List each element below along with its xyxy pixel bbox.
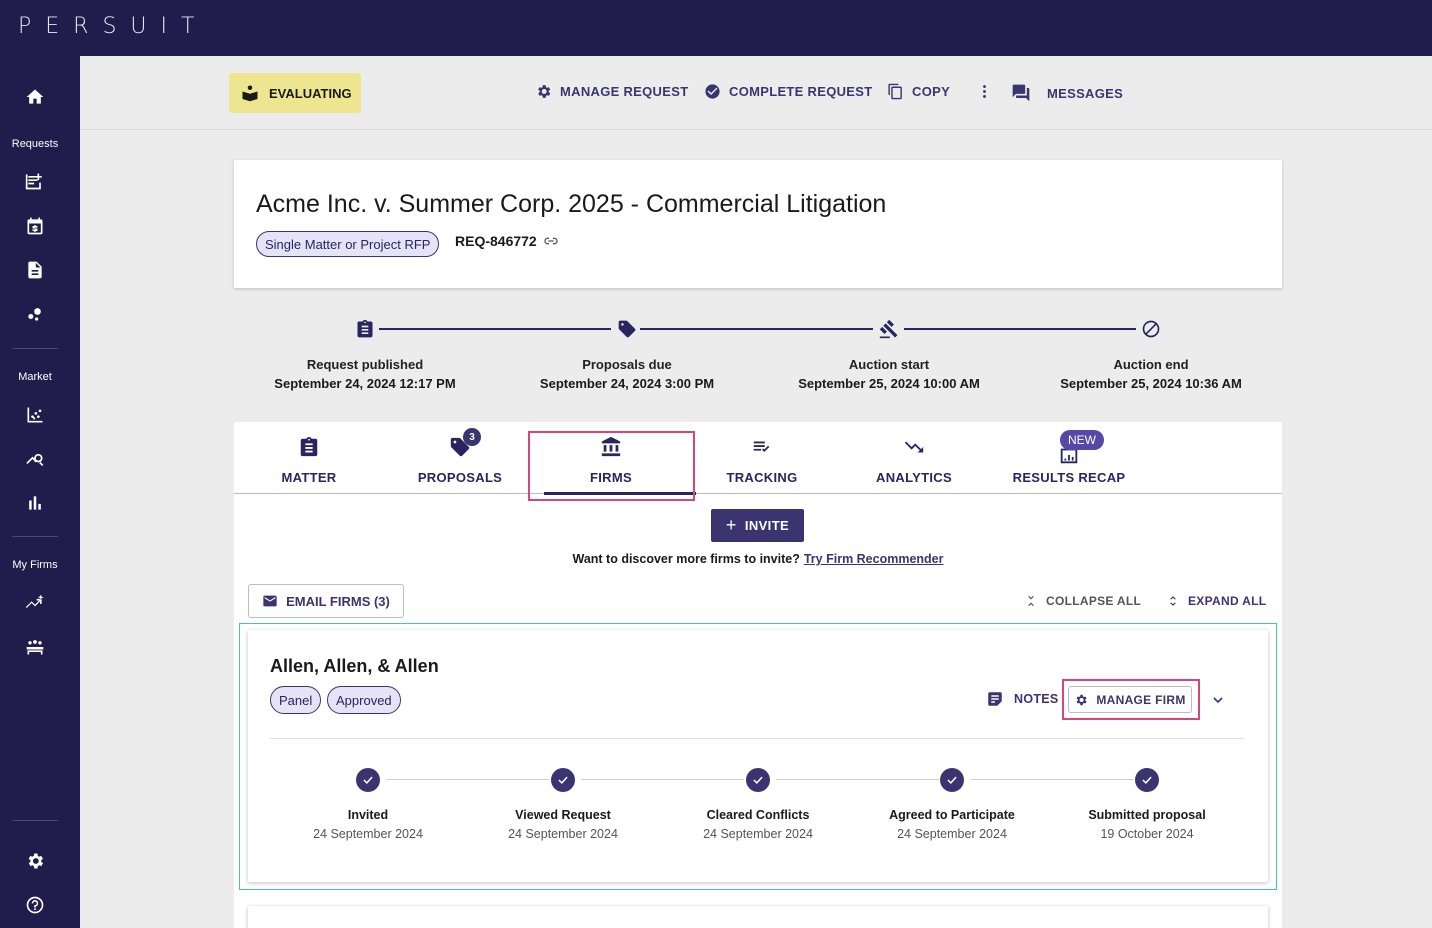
bar-chart-icon[interactable] <box>24 492 46 514</box>
mail-icon <box>263 595 277 607</box>
next-firm-card <box>248 906 1268 928</box>
main-content: EVALUATING MANAGE REQUEST COMPLETE REQUE… <box>80 56 1432 928</box>
document-icon[interactable] <box>24 259 46 281</box>
link-icon <box>544 237 558 245</box>
bubbles-icon[interactable] <box>24 303 46 325</box>
request-title: Acme Inc. v. Summer Corp. 2025 - Commerc… <box>256 190 887 218</box>
top-bar: PERSUIT <box>0 0 1432 56</box>
gear-icon <box>538 85 551 98</box>
firms-group-icon[interactable] <box>24 636 46 658</box>
sidebar-section-requests: Requests <box>11 138 59 150</box>
more-options-button[interactable] <box>976 83 1001 100</box>
scatter-chart-icon[interactable] <box>24 404 46 426</box>
timeline-auction-start: Auction start September 25, 2024 10:00 AM <box>798 357 980 391</box>
reading-book-icon <box>242 85 258 102</box>
complete-request-button[interactable]: COMPLETE REQUEST <box>704 83 872 100</box>
firm-tag-panel: Panel <box>270 686 322 714</box>
manage-firm-highlight <box>1062 679 1200 720</box>
timeline-request-published: Request published September 24, 2024 12:1… <box>274 357 456 391</box>
persuit-logo[interactable]: PERSUIT <box>18 14 208 39</box>
timeline-auction-end: Auction end September 25, 2024 10:36 AM <box>1060 357 1242 391</box>
notes-button[interactable]: NOTES <box>986 690 1059 708</box>
step-invited-check-icon <box>356 768 380 792</box>
status-chip-evaluating: EVALUATING <box>229 73 361 113</box>
request-type-pill: Single Matter or Project RFP <box>256 231 440 257</box>
collapse-icon <box>1028 595 1034 607</box>
request-timeline: Request published September 24, 2024 12:1… <box>234 312 1282 398</box>
collapse-all-button[interactable]: COLLAPSE ALL <box>1024 594 1141 608</box>
step-cleared-conflicts: Cleared Conflicts 24 September 2024 <box>703 808 813 841</box>
block-icon <box>1140 318 1162 340</box>
clipboard-icon <box>300 436 318 457</box>
expand-all-button[interactable]: EXPAND ALL <box>1166 594 1266 608</box>
firm-card: Allen, Allen, & Allen Panel Approved NOT… <box>248 630 1268 882</box>
market-search-icon[interactable] <box>24 448 46 470</box>
copy-button[interactable]: COPY <box>887 83 950 100</box>
sidebar: Requests Market My Firms <box>0 56 80 928</box>
step-submitted-check-icon <box>1135 768 1159 792</box>
try-firm-recommender-link[interactable]: Try Firm Recommender <box>804 552 944 566</box>
clipboard-icon <box>354 318 376 340</box>
step-viewed-request: Viewed Request 24 September 2024 <box>508 808 618 841</box>
new-request-icon[interactable] <box>24 170 46 192</box>
request-action-bar: EVALUATING MANAGE REQUEST COMPLETE REQUE… <box>80 56 1432 130</box>
gavel-icon <box>878 318 900 340</box>
step-invited: Invited 24 September 2024 <box>313 808 423 841</box>
manage-request-button[interactable]: MANAGE REQUEST <box>535 83 688 100</box>
tab-matter[interactable]: MATTER <box>234 422 384 494</box>
tab-bar: MATTER 3 PROPOSALS FIRMS TRACKING ANALYT… <box>234 422 1282 495</box>
step-cleared-check-icon <box>746 768 770 792</box>
firm-name: Allen, Allen, & Allen <box>270 656 439 676</box>
chevron-down-icon[interactable] <box>1210 692 1226 708</box>
step-agreed-to-participate: Agreed to Participate 24 September 2024 <box>889 808 1015 841</box>
tab-tracking[interactable]: TRACKING <box>687 422 837 494</box>
step-submitted-proposal: Submitted proposal 19 October 2024 <box>1088 808 1206 841</box>
tag-icon <box>616 318 638 340</box>
tab-results-recap[interactable]: NEW RESULTS RECAP <box>994 422 1144 494</box>
tab-analytics[interactable]: ANALYTICS <box>839 422 989 494</box>
firm-tag-approved: Approved <box>327 686 401 714</box>
notes-icon <box>988 692 1002 706</box>
timeline-proposals-due: Proposals due September 24, 2024 3:00 PM <box>539 357 715 391</box>
invite-button[interactable]: + INVITE <box>711 509 804 542</box>
plus-icon: + <box>725 515 737 535</box>
more-vertical-icon <box>983 85 986 98</box>
help-icon[interactable] <box>24 894 46 916</box>
step-viewed-check-icon <box>551 768 575 792</box>
new-feature-badge: NEW <box>1060 430 1104 450</box>
step-agreed-check-icon <box>940 768 964 792</box>
trending-down-icon <box>904 441 924 453</box>
check-circle-icon <box>705 84 720 99</box>
messages-button[interactable]: MESSAGES <box>1011 83 1123 103</box>
sidebar-section-market: Market <box>18 371 52 383</box>
request-header-card: Acme Inc. v. Summer Corp. 2025 - Commerc… <box>234 160 1282 288</box>
settings-icon[interactable] <box>24 850 46 872</box>
proposals-count-badge: 3 <box>463 428 481 446</box>
email-firms-button[interactable]: EMAIL FIRMS (3) <box>248 584 404 618</box>
calendar-dollar-icon[interactable] <box>24 215 46 237</box>
trending-sparkle-icon[interactable] <box>24 592 46 614</box>
copy-icon <box>888 83 902 100</box>
firms-tab-highlight <box>528 431 695 501</box>
home-icon[interactable] <box>24 86 46 108</box>
request-tabs-panel: MATTER 3 PROPOSALS FIRMS TRACKING ANALYT… <box>234 422 1282 928</box>
chat-icon <box>1012 84 1030 102</box>
discover-firms-prompt: Want to discover more firms to invite? Tr… <box>572 552 944 566</box>
sidebar-section-my-firms: My Firms <box>12 559 58 571</box>
expand-icon <box>1170 596 1176 606</box>
tab-proposals[interactable]: 3 PROPOSALS <box>385 422 535 494</box>
request-id[interactable]: REQ-846772 <box>455 233 559 249</box>
checklist-icon <box>753 441 770 453</box>
